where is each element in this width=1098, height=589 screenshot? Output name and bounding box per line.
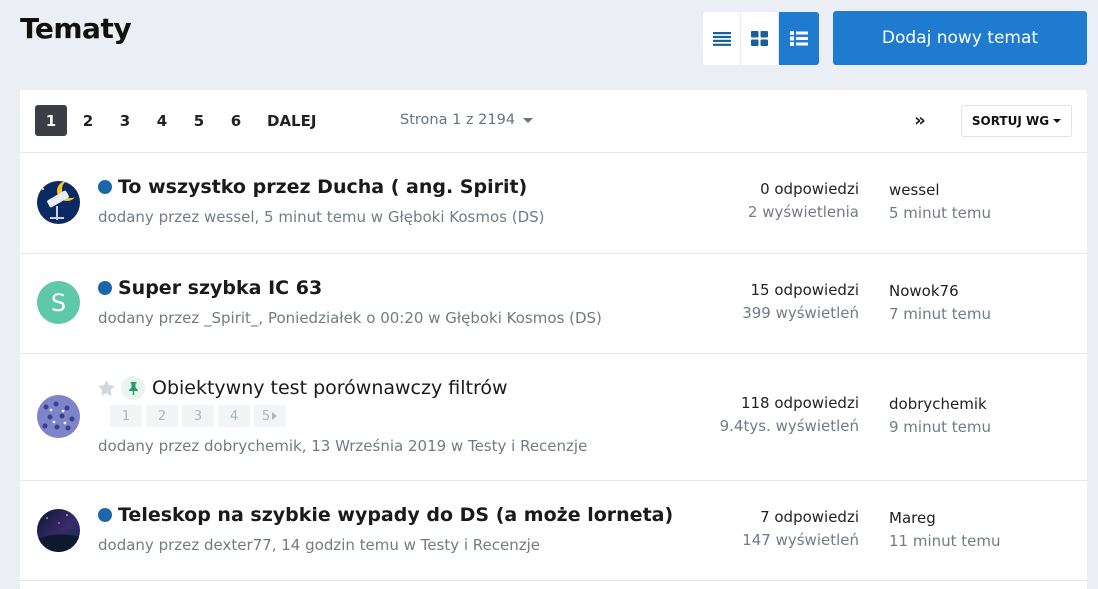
page-link-3[interactable]: 3	[109, 105, 141, 136]
topic-stats: 118 odpowiedzi 9.4tys. wyświetleń	[720, 392, 859, 438]
topic-meta: dodany przez wessel, 5 minut temu w Głęb…	[98, 208, 545, 226]
topic-page-link-2[interactable]: 2	[146, 405, 178, 427]
molecule-avatar[interactable]	[37, 395, 80, 438]
list-view-button[interactable]	[779, 12, 819, 65]
reply-count: 0 odpowiedzi	[760, 180, 859, 198]
telescope-avatar[interactable]	[37, 181, 80, 224]
reply-count: 118 odpowiedzi	[740, 394, 859, 412]
unread-dot-icon	[98, 180, 112, 194]
pin-icon	[121, 376, 145, 400]
page-of-label: Strona 1 z 2194	[400, 112, 516, 128]
sort-by-button[interactable]: SORTUJ WG	[961, 105, 1072, 137]
topic-title-line: Teleskop na szybkie wypady do DS (a może…	[98, 504, 673, 526]
topic-row: S Super szybka IC 63 dodany przez _Spiri…	[20, 254, 1087, 354]
last-post-time[interactable]: 5 minut temu	[889, 202, 991, 225]
view-mode-switch	[703, 12, 819, 65]
view-count: 147 wyświetleń	[742, 531, 859, 549]
topic-page-link-last[interactable]: 5	[254, 405, 286, 427]
page-link-4[interactable]: 4	[146, 105, 178, 136]
topic-page-link-4[interactable]: 4	[218, 405, 250, 427]
unread-dot-icon	[98, 281, 112, 295]
last-post: dobrychemik 9 minut temu	[889, 393, 991, 439]
last-post-time[interactable]: 11 minut temu	[889, 530, 1001, 553]
caret-right-icon	[272, 412, 278, 420]
last-post-user[interactable]: wessel	[889, 179, 991, 202]
page-link-1[interactable]: 1	[35, 105, 67, 136]
topic-meta: dodany przez dexter77, 14 godzin temu w …	[98, 536, 541, 554]
list-rows-icon	[712, 31, 731, 46]
topic-row: To wszystko przez Ducha ( ang. Spirit) d…	[20, 153, 1087, 254]
topic-row: Obiektywny test porównawczy filtrów 1 2 …	[20, 354, 1087, 481]
add-new-topic-button[interactable]: Dodaj nowy temat	[833, 11, 1087, 65]
last-post-user[interactable]: dobrychemik	[889, 393, 991, 416]
view-count: 399 wyświetleń	[742, 304, 859, 322]
topic-page-last-number: 5	[261, 408, 271, 424]
page-link-5[interactable]: 5	[183, 105, 215, 136]
topic-title-line: To wszystko przez Ducha ( ang. Spirit)	[98, 176, 527, 198]
topic-title-link[interactable]: Super szybka IC 63	[118, 277, 322, 299]
page-link-2[interactable]: 2	[72, 105, 104, 136]
night-sky-avatar[interactable]	[37, 509, 80, 552]
topic-meta: dodany przez _Spirit_, Poniedziałek o 00…	[98, 309, 602, 327]
page-link-6[interactable]: 6	[220, 105, 252, 136]
topic-stats: 7 odpowiedzi 147 wyświetleń	[742, 506, 859, 552]
caret-down-icon	[1053, 119, 1062, 123]
caret-down-icon	[523, 117, 534, 123]
topic-page-link-3[interactable]: 3	[182, 405, 214, 427]
topic-title-line: Obiektywny test porównawczy filtrów	[98, 376, 508, 400]
topic-page-link-1[interactable]: 1	[110, 405, 142, 427]
topic-title-line: Super szybka IC 63	[98, 277, 322, 299]
last-post-time[interactable]: 7 minut temu	[889, 303, 991, 326]
last-post: Nowok76 7 minut temu	[889, 280, 991, 326]
grid-view-button[interactable]	[741, 12, 779, 65]
page-title: Tematy	[20, 12, 132, 45]
topic-title-link[interactable]: Obiektywny test porównawczy filtrów	[152, 377, 508, 399]
next-page-link[interactable]: DALEJ	[257, 105, 326, 136]
last-page-link[interactable]: »	[904, 105, 936, 136]
topic-stats: 15 odpowiedzi 399 wyświetleń	[742, 279, 859, 325]
table-view-button[interactable]	[703, 12, 741, 65]
reply-count: 7 odpowiedzi	[760, 508, 859, 526]
star-icon	[98, 380, 115, 396]
topic-title-link[interactable]: Teleskop na szybkie wypady do DS (a może…	[118, 504, 673, 526]
list-bullets-icon	[790, 31, 808, 46]
topic-title-link[interactable]: To wszystko przez Ducha ( ang. Spirit)	[118, 176, 527, 198]
last-post-user[interactable]: Mareg	[889, 507, 1001, 530]
topic-meta: dodany przez dobrychemik, 13 Września 20…	[98, 437, 588, 455]
letter-avatar[interactable]: S	[37, 281, 80, 324]
last-post-time[interactable]: 9 minut temu	[889, 416, 991, 439]
pagination-bar: 1 2 3 4 5 6 DALEJ » Strona 1 z 2194 SORT…	[20, 90, 1087, 153]
topic-list-panel: 1 2 3 4 5 6 DALEJ » Strona 1 z 2194 SORT…	[20, 90, 1087, 589]
topic-pagination: 1 2 3 4 5	[110, 405, 290, 427]
last-post: Mareg 11 minut temu	[889, 507, 1001, 553]
topic-stats: 0 odpowiedzi 2 wyświetlenia	[748, 178, 859, 224]
reply-count: 15 odpowiedzi	[750, 281, 859, 299]
pagination: 1 2 3 4 5 6 DALEJ »	[35, 105, 926, 136]
view-count: 2 wyświetlenia	[747, 203, 859, 221]
grid-icon	[751, 31, 768, 46]
topic-row: Teleskop na szybkie wypady do DS (a może…	[20, 481, 1087, 581]
page-jump-dropdown[interactable]: Strona 1 z 2194	[400, 112, 534, 128]
unread-dot-icon	[98, 508, 112, 522]
sort-by-label: SORTUJ WG	[971, 114, 1050, 128]
last-post-user[interactable]: Nowok76	[889, 280, 991, 303]
view-count: 9.4tys. wyświetleń	[719, 417, 859, 435]
last-post: wessel 5 minut temu	[889, 179, 991, 225]
